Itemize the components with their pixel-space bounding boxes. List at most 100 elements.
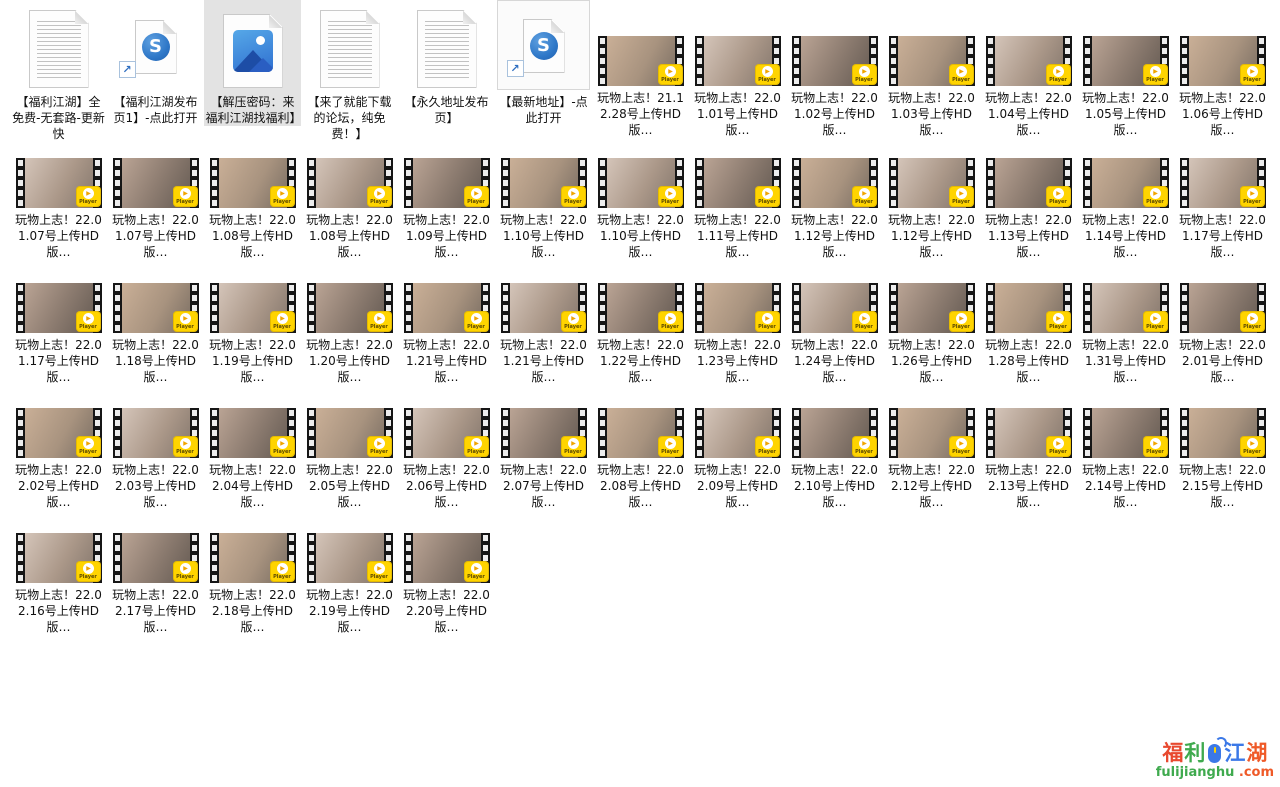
player-badge: Player bbox=[1143, 186, 1168, 207]
video-file-item[interactable]: Player 玩物上志！22.02.10号上传HD版… bbox=[786, 408, 883, 510]
video-file-item[interactable]: Player 玩物上志！22.02.08号上传HD版… bbox=[592, 408, 689, 510]
play-icon bbox=[568, 438, 579, 449]
video-file-item[interactable]: Player 玩物上志！22.01.14号上传HD版… bbox=[1077, 158, 1174, 260]
video-file-item[interactable]: Player 玩物上志！22.02.16号上传HD版… bbox=[10, 533, 107, 635]
video-file-label: 玩物上志！22.01.18号上传HD版… bbox=[109, 337, 203, 385]
video-file-item[interactable]: Player 玩物上志！22.02.04号上传HD版… bbox=[204, 408, 301, 510]
video-file-item[interactable]: Player 玩物上志！22.01.21号上传HD版… bbox=[495, 283, 592, 385]
video-file-item[interactable]: Player 玩物上志！22.01.19号上传HD版… bbox=[204, 283, 301, 385]
video-thumbnail: Player bbox=[598, 158, 684, 208]
player-badge-label: Player bbox=[855, 325, 873, 330]
video-file-item[interactable]: Player 玩物上志！22.01.24号上传HD版… bbox=[786, 283, 883, 385]
player-badge-label: Player bbox=[855, 78, 873, 83]
play-icon bbox=[762, 66, 773, 77]
player-badge: Player bbox=[270, 311, 295, 332]
video-file-item[interactable]: Player 玩物上志！22.01.20号上传HD版… bbox=[301, 283, 398, 385]
file-label: 【来了就能下载的论坛，纯免费！】 bbox=[303, 94, 397, 142]
logo-char: 湖 bbox=[1246, 743, 1267, 764]
video-file-item[interactable]: Player 玩物上志！22.01.10号上传HD版… bbox=[495, 158, 592, 260]
video-file-item[interactable]: Player 玩物上志！21.12.28号上传HD版… bbox=[592, 0, 689, 138]
file-item[interactable]: 【解压密码：来福利江湖找福利】 bbox=[204, 0, 301, 126]
video-file-item[interactable]: Player 玩物上志！22.01.06号上传HD版… bbox=[1174, 0, 1271, 138]
video-file-item[interactable]: Player 玩物上志！22.02.06号上传HD版… bbox=[398, 408, 495, 510]
video-file-item[interactable]: Player 玩物上志！22.01.26号上传HD版… bbox=[883, 283, 980, 385]
video-file-item[interactable]: Player 玩物上志！22.01.12号上传HD版… bbox=[883, 158, 980, 260]
video-file-item[interactable]: Player 玩物上志！22.02.12号上传HD版… bbox=[883, 408, 980, 510]
browser-logo-icon: S bbox=[530, 32, 558, 60]
file-item[interactable]: S ↗ 【最新地址】-点此打开 bbox=[495, 0, 592, 126]
video-file-item[interactable]: Player 玩物上志！22.02.07号上传HD版… bbox=[495, 408, 592, 510]
file-label: 【最新地址】-点此打开 bbox=[497, 94, 591, 126]
video-file-label: 玩物上志！22.02.12号上传HD版… bbox=[885, 462, 979, 510]
video-file-item[interactable]: Player 玩物上志！22.01.13号上传HD版… bbox=[980, 158, 1077, 260]
shortcut-icon: S ↗ bbox=[523, 19, 565, 73]
video-file-item[interactable]: Player 玩物上志！22.02.19号上传HD版… bbox=[301, 533, 398, 635]
video-file-item[interactable]: Player 玩物上志！22.01.31号上传HD版… bbox=[1077, 283, 1174, 385]
page-fold-corner bbox=[269, 15, 282, 28]
player-badge-label: Player bbox=[176, 200, 194, 205]
video-file-item[interactable]: Player 玩物上志！22.01.01号上传HD版… bbox=[689, 0, 786, 138]
video-file-item[interactable]: Player 玩物上志！22.01.03号上传HD版… bbox=[883, 0, 980, 138]
filmstrip-left bbox=[889, 36, 898, 86]
video-thumbnail: Player bbox=[113, 408, 199, 458]
video-file-item[interactable]: Player 玩物上志！22.02.02号上传HD版… bbox=[10, 408, 107, 510]
video-file-item[interactable]: Player 玩物上志！22.01.10号上传HD版… bbox=[592, 158, 689, 260]
player-badge: Player bbox=[76, 186, 101, 207]
video-file-item[interactable]: Player 玩物上志！22.01.23号上传HD版… bbox=[689, 283, 786, 385]
video-file-item[interactable]: Player 玩物上志！22.01.07号上传HD版… bbox=[10, 158, 107, 260]
video-file-item[interactable]: Player 玩物上志！22.01.21号上传HD版… bbox=[398, 283, 495, 385]
video-file-item[interactable]: Player 玩物上志！22.02.01号上传HD版… bbox=[1174, 283, 1271, 385]
video-file-item[interactable]: Player 玩物上志！22.01.11号上传HD版… bbox=[689, 158, 786, 260]
video-file-item[interactable]: Player 玩物上志！22.01.17号上传HD版… bbox=[10, 283, 107, 385]
player-badge-label: Player bbox=[1146, 325, 1164, 330]
video-thumbnail: Player bbox=[695, 408, 781, 458]
video-file-item[interactable]: Player 玩物上志！22.01.08号上传HD版… bbox=[204, 158, 301, 260]
play-icon bbox=[1247, 188, 1258, 199]
filmstrip-left bbox=[986, 36, 995, 86]
file-item[interactable]: 【来了就能下载的论坛，纯免费！】 bbox=[301, 0, 398, 142]
file-item[interactable]: 【福利江湖】全免费-无套路-更新快 bbox=[10, 0, 107, 142]
filmstrip-left bbox=[1180, 283, 1189, 333]
filmstrip-left bbox=[307, 283, 316, 333]
site-watermark: 福 利 江 湖 fulijianghu .com bbox=[1156, 743, 1274, 779]
video-file-item[interactable]: Player 玩物上志！22.02.14号上传HD版… bbox=[1077, 408, 1174, 510]
video-file-item[interactable]: Player 玩物上志！22.01.18号上传HD版… bbox=[107, 283, 204, 385]
video-thumbnail: Player bbox=[113, 283, 199, 333]
video-file-label: 玩物上志！22.01.17号上传HD版… bbox=[1176, 212, 1270, 260]
video-file-item[interactable]: Player 玩物上志！22.02.09号上传HD版… bbox=[689, 408, 786, 510]
video-thumbnail: Player bbox=[1180, 36, 1266, 86]
video-file-item[interactable]: Player 玩物上志！22.02.17号上传HD版… bbox=[107, 533, 204, 635]
video-file-label: 玩物上志！21.12.28号上传HD版… bbox=[594, 90, 688, 138]
video-file-item[interactable]: Player 玩物上志！22.01.09号上传HD版… bbox=[398, 158, 495, 260]
video-file-item[interactable]: Player 玩物上志！22.02.18号上传HD版… bbox=[204, 533, 301, 635]
play-icon bbox=[665, 313, 676, 324]
file-item[interactable]: S ↗ 【福利江湖发布页1】-点此打开 bbox=[107, 0, 204, 126]
video-file-item[interactable]: Player 玩物上志！22.02.03号上传HD版… bbox=[107, 408, 204, 510]
player-badge-label: Player bbox=[1243, 450, 1261, 455]
player-badge-label: Player bbox=[176, 325, 194, 330]
video-file-item[interactable]: Player 玩物上志！22.01.05号上传HD版… bbox=[1077, 0, 1174, 138]
video-file-item[interactable]: Player 玩物上志！22.01.17号上传HD版… bbox=[1174, 158, 1271, 260]
video-file-item[interactable]: Player 玩物上志！22.02.05号上传HD版… bbox=[301, 408, 398, 510]
video-file-item[interactable]: Player 玩物上志！22.01.12号上传HD版… bbox=[786, 158, 883, 260]
video-file-item[interactable]: Player 玩物上志！22.02.15号上传HD版… bbox=[1174, 408, 1271, 510]
file-item[interactable]: 【永久地址发布页】 bbox=[398, 0, 495, 126]
video-file-item[interactable]: Player 玩物上志！22.01.22号上传HD版… bbox=[592, 283, 689, 385]
video-file-item[interactable]: Player 玩物上志！22.01.02号上传HD版… bbox=[786, 0, 883, 138]
video-thumbnail: Player bbox=[16, 408, 102, 458]
image-file-icon bbox=[223, 14, 283, 88]
video-file-item[interactable]: Player 玩物上志！22.01.28号上传HD版… bbox=[980, 283, 1077, 385]
video-file-item[interactable]: Player 玩物上志！22.01.04号上传HD版… bbox=[980, 0, 1077, 138]
player-badge: Player bbox=[1143, 64, 1168, 85]
filmstrip-left bbox=[16, 533, 25, 583]
filmstrip-left bbox=[792, 283, 801, 333]
video-file-item[interactable]: Player 玩物上志！22.02.20号上传HD版… bbox=[398, 533, 495, 635]
video-thumbnail: Player bbox=[598, 283, 684, 333]
video-file-item[interactable]: Player 玩物上志！22.01.08号上传HD版… bbox=[301, 158, 398, 260]
play-icon bbox=[1150, 313, 1161, 324]
video-file-label: 玩物上志！22.02.05号上传HD版… bbox=[303, 462, 397, 510]
video-file-item[interactable]: Player 玩物上志！22.02.13号上传HD版… bbox=[980, 408, 1077, 510]
video-thumbnail: Player bbox=[986, 283, 1072, 333]
player-badge: Player bbox=[1046, 64, 1071, 85]
video-file-item[interactable]: Player 玩物上志！22.01.07号上传HD版… bbox=[107, 158, 204, 260]
